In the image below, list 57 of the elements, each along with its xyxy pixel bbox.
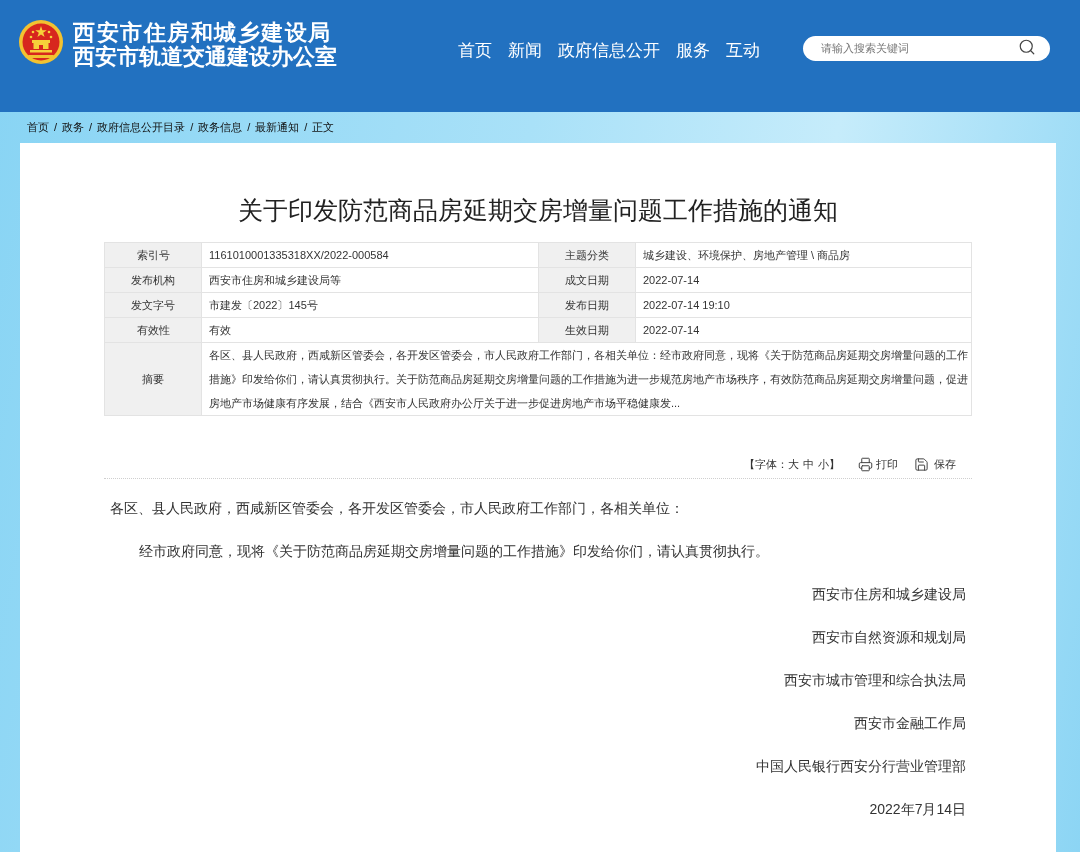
nav-link[interactable]: 服务: [676, 40, 710, 62]
breadcrumb-separator: /: [304, 120, 308, 136]
breadcrumb-link[interactable]: 政务: [62, 119, 85, 136]
signature-text: 西安市金融工作局: [854, 714, 967, 733]
info-value: 1161010001335318XX/2022-000584: [202, 243, 538, 267]
salutation-text: 各区、县人民政府，西咸新区管委会，各开发区管委会，市人民政府工作部门，各相关单位：: [109, 499, 685, 518]
info-label: 成文日期: [539, 268, 635, 292]
signature-text: 西安市自然资源和规划局: [812, 628, 967, 647]
font-size-link[interactable]: 小: [818, 455, 829, 473]
printer-icon: [858, 456, 873, 472]
font-size-link[interactable]: 中: [803, 455, 814, 473]
info-label: 主题分类: [539, 243, 635, 267]
info-label: 摘要: [105, 343, 201, 415]
nav-link[interactable]: 首页: [458, 40, 492, 62]
signature-text: 西安市住房和城乡建设局: [812, 585, 967, 604]
font-size-link[interactable]: 大: [788, 455, 799, 473]
site-title: 西安市轨道交通建设办公室: [73, 45, 337, 69]
info-label: 发布机构: [105, 268, 201, 292]
info-label: 索引号: [105, 243, 201, 267]
breadcrumb-link[interactable]: 政府信息公开目录: [97, 119, 186, 136]
article-title: 关于印发防范商品房延期交房增量问题工作措施的通知: [237, 195, 839, 225]
save-button[interactable]: 保存: [914, 455, 956, 473]
save-icon: [914, 456, 929, 472]
signature-text: 中国人民银行西安分行营业管理部: [756, 757, 967, 776]
body-paragraph: 经市政府同意，现将《关于防范商品房延期交房增量问题的工作措施》印发给你们，请认真贯彻执行。: [138, 542, 770, 561]
breadcrumb-separator: /: [190, 120, 194, 136]
print-button[interactable]: 打印: [858, 455, 898, 473]
info-value: 西安市住房和城乡建设局等: [202, 268, 538, 292]
nav-link[interactable]: 新闻: [508, 40, 542, 62]
search-field[interactable]: 请输入搜索关键词: [803, 35, 1050, 61]
breadcrumb-separator: /: [54, 120, 58, 136]
signature-text: 西安市城市管理和综合执法局: [784, 671, 967, 690]
info-value: 市建发〔2022〕145号: [202, 293, 538, 317]
info-value: 2022-07-14: [636, 268, 971, 292]
bracket-text: 】: [829, 456, 840, 472]
date-text: 2022年7月14日: [869, 800, 967, 819]
info-label: 发文字号: [105, 293, 201, 317]
breadcrumb-separator: /: [247, 120, 251, 136]
breadcrumb-link[interactable]: 最新通知: [255, 119, 300, 136]
nav-link[interactable]: 互动: [726, 40, 760, 62]
summary-text: 各区、县人民政府，西咸新区管委会，各开发区管委会，市人民政府工作部门，各相关单位：经市政府同意，现将《关于防范商品房延期交房增量问题的工作措施》印发给你们，请认真贯彻执行。关于防范商品房延期交房增量问题的工作措施为进一步规范房地产市场秩序，有效防范商品房延期交房增量问题，促进房地产市场健康有序发展，结合《西安市人民政府办公厅关于进一步促进房地产市场平稳健康发...: [202, 343, 971, 415]
info-label: 发布日期: [539, 293, 635, 317]
breadcrumb-link[interactable]: 政务信息: [198, 119, 243, 136]
info-value: 2022-07-14 19:10: [636, 293, 971, 317]
search-icon[interactable]: [1018, 38, 1036, 56]
info-label: 有效性: [105, 318, 201, 342]
font-size-label: 【字体：: [744, 456, 788, 472]
nav-link[interactable]: 政府信息公开: [558, 40, 660, 62]
breadcrumb-link[interactable]: 首页: [27, 119, 49, 136]
info-label: 生效日期: [539, 318, 635, 342]
info-value: 城乡建设、环境保护、房地产管理 \ 商品房: [636, 243, 971, 267]
site-title: 西安市住房和城乡建设局: [73, 21, 332, 45]
breadcrumb-link[interactable]: 正文: [312, 119, 335, 136]
emblem-icon: [18, 18, 64, 66]
info-value: 有效: [202, 318, 538, 342]
info-value: 2022-07-14: [636, 318, 971, 342]
breadcrumb-separator: /: [89, 120, 93, 136]
